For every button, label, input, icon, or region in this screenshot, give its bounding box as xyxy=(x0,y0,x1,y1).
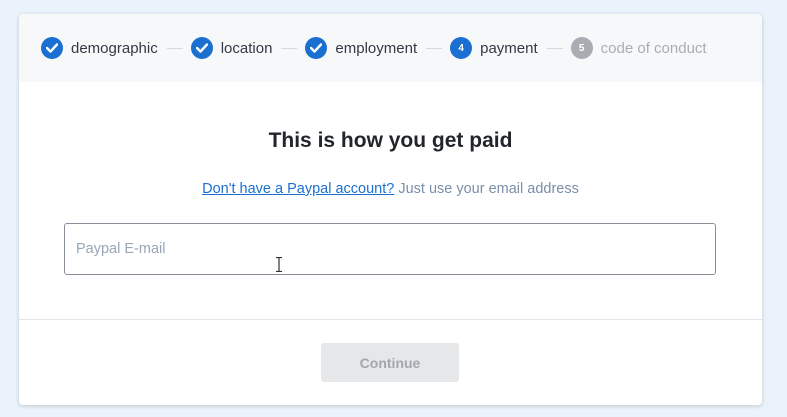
step-payment: 4 payment xyxy=(450,37,538,59)
text-cursor-icon xyxy=(276,257,282,272)
check-icon xyxy=(41,37,63,59)
paypal-hint-text: Just use your email address xyxy=(394,181,579,197)
step-label: location xyxy=(220,39,273,57)
footer-divider xyxy=(19,319,762,320)
progress-stepper: demographic location employment 4 paymen… xyxy=(19,14,762,82)
no-paypal-account-link[interactable]: Don't have a Paypal account? xyxy=(202,181,394,197)
continue-button[interactable]: Continue xyxy=(321,343,459,382)
step-connector xyxy=(546,47,563,49)
step-label: code of conduct xyxy=(600,39,707,57)
step-employment[interactable]: employment xyxy=(305,37,417,59)
page-title: This is how you get paid xyxy=(268,129,513,152)
check-icon xyxy=(305,37,328,59)
step-connector xyxy=(281,47,298,49)
step-demographic[interactable]: demographic xyxy=(41,37,158,59)
check-icon xyxy=(190,37,213,59)
step-connector xyxy=(166,47,183,49)
step-label: payment xyxy=(480,39,538,57)
step-label: employment xyxy=(335,39,418,57)
paypal-email-input[interactable] xyxy=(64,223,716,275)
step-label: demographic xyxy=(71,39,158,57)
step-number-badge: 4 xyxy=(450,37,473,59)
step-connector xyxy=(426,47,443,49)
paypal-hint: Don't have a Paypal account? Just use yo… xyxy=(19,181,762,197)
payment-card: demographic location employment 4 paymen… xyxy=(19,14,762,405)
step-number-badge: 5 xyxy=(570,37,593,59)
step-code-of-conduct: 5 code of conduct xyxy=(570,37,707,59)
step-location[interactable]: location xyxy=(190,37,273,59)
